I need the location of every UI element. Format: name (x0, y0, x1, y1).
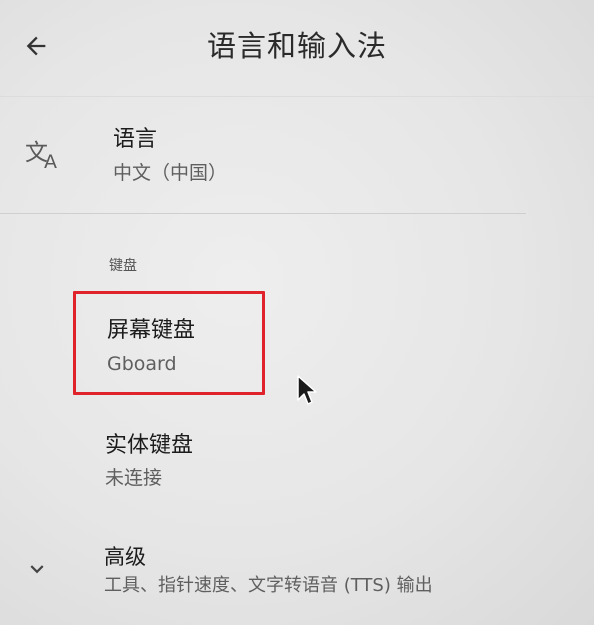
physical-keyboard-row[interactable] (0, 420, 594, 500)
screen-keyboard-title: 屏幕键盘 (107, 318, 196, 343)
physical-keyboard-title: 实体键盘 (105, 433, 194, 458)
page-title: 语言和输入法 (206, 29, 387, 63)
mouse-cursor-icon (296, 374, 318, 408)
advanced-summary: 工具、指针速度、文字转语音 (TTS) 输出 (104, 575, 433, 596)
screen-keyboard-value: Gboard (107, 353, 177, 375)
chevron-down-icon (24, 556, 50, 582)
advanced-row[interactable] (0, 532, 594, 612)
language-title: 语言 (113, 127, 158, 152)
language-setting-row[interactable] (0, 112, 594, 204)
translate-icon: 文 A (24, 134, 64, 174)
section-divider (0, 213, 526, 214)
keyboard-section-label: 键盘 (109, 258, 137, 274)
header-divider (0, 96, 594, 97)
advanced-title: 高级 (104, 545, 146, 569)
language-value: 中文（中国） (113, 162, 228, 184)
physical-keyboard-value: 未连接 (105, 467, 163, 489)
svg-text:A: A (44, 151, 57, 173)
